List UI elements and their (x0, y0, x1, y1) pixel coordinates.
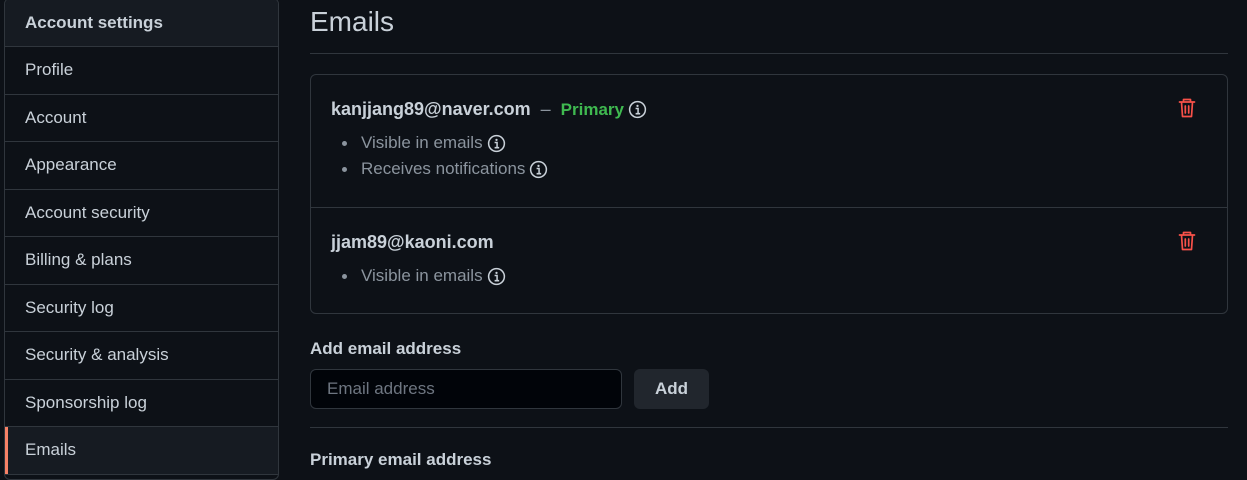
info-icon[interactable] (529, 160, 548, 179)
property-label: Visible in emails (361, 133, 483, 152)
sidebar-item-emails[interactable]: Emails (5, 427, 278, 475)
trash-icon[interactable] (1177, 97, 1197, 119)
email-address: kanjjang89@naver.com (331, 99, 531, 119)
main-content: Emails kanjjang89@naver.com – Primary Vi… (310, 0, 1228, 470)
email-list-item: jjam89@kaoni.com Visible in emails (311, 207, 1227, 313)
divider (310, 427, 1228, 428)
property-label: Visible in emails (361, 266, 483, 285)
info-icon[interactable] (487, 267, 506, 286)
info-icon[interactable] (487, 134, 506, 153)
email-properties: Visible in emails (331, 263, 1207, 289)
separator: – (540, 99, 551, 119)
sidebar-header: Account settings (5, 0, 278, 47)
email-address-input[interactable] (310, 369, 622, 409)
property-label: Receives notifications (361, 159, 526, 178)
sidebar-item-billing[interactable]: Billing & plans (5, 237, 278, 285)
sidebar-item-security-analysis[interactable]: Security & analysis (5, 332, 278, 380)
sidebar-item-security-log[interactable]: Security log (5, 285, 278, 332)
email-address: jjam89@kaoni.com (331, 232, 494, 252)
page-title: Emails (310, 0, 1228, 54)
settings-sidebar: Account settings Profile Account Appeara… (4, 0, 279, 480)
list-item: Visible in emails (342, 263, 1207, 289)
sidebar-item-account[interactable]: Account (5, 95, 278, 142)
email-list: kanjjang89@naver.com – Primary Visible i… (310, 74, 1228, 314)
add-email-button[interactable]: Add (634, 369, 709, 409)
add-email-label: Add email address (310, 339, 462, 358)
sidebar-item-profile[interactable]: Profile (5, 47, 278, 95)
sidebar-item-account-security[interactable]: Account security (5, 190, 278, 237)
sidebar-item-sponsorship-log[interactable]: Sponsorship log (5, 380, 278, 427)
email-properties: Visible in emails Receives notifications (331, 130, 1207, 182)
list-item: Visible in emails (342, 130, 1207, 156)
info-icon[interactable] (628, 100, 647, 119)
primary-badge: Primary (560, 99, 624, 119)
add-email-row: Add (310, 369, 1228, 409)
trash-icon[interactable] (1177, 230, 1197, 252)
email-list-item: kanjjang89@naver.com – Primary Visible i… (311, 75, 1227, 207)
sidebar-item-appearance[interactable]: Appearance (5, 142, 278, 190)
primary-email-heading: Primary email address (310, 450, 492, 469)
list-item: Receives notifications (342, 156, 1207, 182)
